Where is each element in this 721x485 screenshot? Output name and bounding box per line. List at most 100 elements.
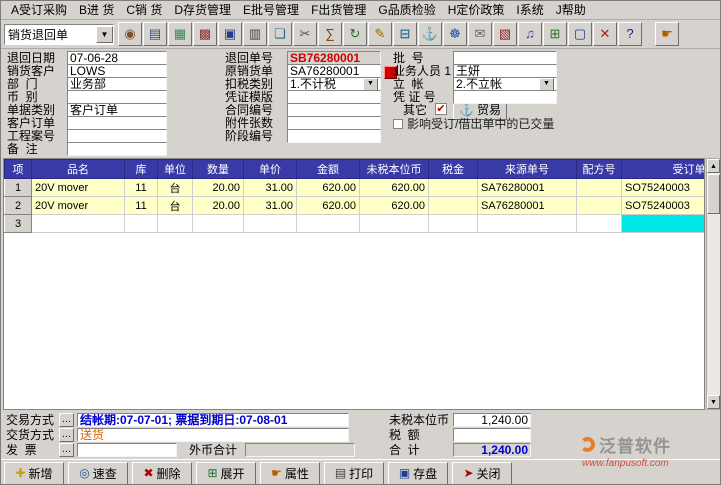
cards-icon[interactable]: ▦ bbox=[168, 22, 192, 46]
close-button[interactable]: ➤关闭 bbox=[452, 462, 512, 485]
grid-cell[interactable]: 11 bbox=[125, 179, 158, 197]
trade-mode-more-button[interactable]: … bbox=[59, 413, 74, 427]
salesperson-field[interactable]: 王妍 bbox=[453, 64, 557, 78]
copy-icon[interactable]: ⊞ bbox=[543, 22, 567, 46]
grid-cell[interactable]: 20V mover bbox=[32, 179, 125, 197]
grid-cell[interactable] bbox=[622, 215, 706, 233]
quick-search-button[interactable]: ◎速查 bbox=[68, 462, 128, 485]
find-doc-icon[interactable]: ◉ bbox=[118, 22, 142, 46]
grid-cell[interactable]: 20.00 bbox=[193, 179, 244, 197]
cut-icon[interactable]: ✂ bbox=[293, 22, 317, 46]
table-icon[interactable]: ▩ bbox=[193, 22, 217, 46]
trade-mode-field[interactable]: 结帐期:07-07-01; 票据到期日:07-08-01 bbox=[77, 413, 349, 427]
speaker-icon[interactable]: ♫ bbox=[518, 22, 542, 46]
grid-header-11[interactable]: 受订单号 bbox=[622, 160, 706, 179]
grid-cell[interactable]: 20.00 bbox=[193, 197, 244, 215]
customer-order-field[interactable] bbox=[67, 116, 167, 130]
grid-header-4[interactable]: 数量 bbox=[193, 160, 244, 179]
department-field[interactable]: 业务部 bbox=[67, 77, 167, 91]
print-icon[interactable]: ▥ bbox=[243, 22, 267, 46]
grid-cell[interactable] bbox=[577, 179, 622, 197]
grid-cell[interactable] bbox=[360, 215, 429, 233]
return-date-field[interactable]: 07-06-28 bbox=[67, 51, 167, 65]
other-checkbox[interactable]: ✔ bbox=[435, 103, 447, 115]
grid-cell[interactable] bbox=[429, 197, 478, 215]
grid-cell[interactable]: SA76280001 bbox=[478, 179, 577, 197]
return-no-field[interactable]: SB76280001 bbox=[287, 51, 381, 65]
grid-cell[interactable] bbox=[429, 179, 478, 197]
grid-cell[interactable]: 台 bbox=[158, 197, 193, 215]
grid-cell[interactable]: SO75240003 bbox=[622, 179, 706, 197]
scrollbar-thumb[interactable] bbox=[707, 174, 720, 214]
grid-cell[interactable]: SA76280001 bbox=[478, 197, 577, 215]
new-button[interactable]: ✚新增 bbox=[4, 462, 64, 485]
expand-button[interactable]: ⊞展开 bbox=[196, 462, 256, 485]
delivery-more-button[interactable]: … bbox=[59, 428, 74, 442]
pencil-icon[interactable]: ✎ bbox=[368, 22, 392, 46]
mail-icon[interactable]: ✉ bbox=[468, 22, 492, 46]
customer-field[interactable]: LOWS bbox=[67, 64, 167, 78]
print-button[interactable]: ▤打印 bbox=[324, 462, 384, 485]
grid-cell[interactable] bbox=[577, 215, 622, 233]
currency-field[interactable] bbox=[67, 90, 167, 104]
menu-item-3[interactable]: D存货管理 bbox=[168, 1, 237, 20]
grid-cell[interactable] bbox=[429, 215, 478, 233]
save-icon[interactable]: ▣ bbox=[218, 22, 242, 46]
grid-cell[interactable] bbox=[577, 197, 622, 215]
grid-cell[interactable] bbox=[158, 215, 193, 233]
grid-cell[interactable]: SO75240003 bbox=[622, 197, 706, 215]
grid-cell[interactable] bbox=[244, 215, 297, 233]
row-header-cell[interactable]: 2 bbox=[5, 197, 32, 215]
grid-cell[interactable] bbox=[32, 215, 125, 233]
grid-cell[interactable] bbox=[125, 215, 158, 233]
save-button[interactable]: ▣存盘 bbox=[388, 462, 448, 485]
delete-button[interactable]: ✖删除 bbox=[132, 462, 192, 485]
grid-cell[interactable]: 台 bbox=[158, 179, 193, 197]
grid-header-1[interactable]: 品名 bbox=[32, 160, 125, 179]
grid-header-7[interactable]: 未税本位币 bbox=[360, 160, 429, 179]
grid-vertical-scrollbar[interactable]: ▲ ▼ bbox=[706, 158, 721, 410]
attachment-count-field[interactable] bbox=[287, 116, 381, 130]
menu-item-1[interactable]: B进 货 bbox=[73, 1, 120, 20]
chart-icon[interactable]: ▧ bbox=[493, 22, 517, 46]
menu-item-4[interactable]: E批号管理 bbox=[237, 1, 305, 20]
menu-item-7[interactable]: H定价政策 bbox=[442, 1, 511, 20]
tax-category-field[interactable]: 1.不计税▼ bbox=[287, 77, 381, 91]
menu-item-5[interactable]: F出货管理 bbox=[305, 1, 372, 20]
properties-button[interactable]: ☛属性 bbox=[260, 462, 320, 485]
grid-cell[interactable] bbox=[297, 215, 360, 233]
grid-cell[interactable] bbox=[193, 215, 244, 233]
scroll-up-icon[interactable]: ▲ bbox=[707, 159, 720, 173]
delivery-mode-field[interactable]: 送货 bbox=[77, 428, 349, 442]
menu-item-6[interactable]: G品质检验 bbox=[372, 1, 441, 20]
row-header-cell[interactable]: 1 bbox=[5, 179, 32, 197]
grid-cell[interactable]: 620.00 bbox=[360, 197, 429, 215]
grid-cell[interactable]: 20V mover bbox=[32, 197, 125, 215]
menu-item-8[interactable]: I系统 bbox=[510, 1, 549, 20]
account-mode-field[interactable]: 2.不立帐▼ bbox=[453, 77, 557, 91]
grid-header-6[interactable]: 金额 bbox=[297, 160, 360, 179]
grid-cell[interactable]: 620.00 bbox=[297, 197, 360, 215]
menu-item-0[interactable]: A受订采购 bbox=[5, 1, 73, 20]
anchor-icon[interactable]: ⚓ bbox=[418, 22, 442, 46]
contract-no-field[interactable] bbox=[287, 103, 381, 117]
grid-cell[interactable]: 11 bbox=[125, 197, 158, 215]
scroll-down-icon[interactable]: ▼ bbox=[707, 395, 720, 409]
grid-header-5[interactable]: 单价 bbox=[244, 160, 297, 179]
grid-header-10[interactable]: 配方号 bbox=[577, 160, 622, 179]
orig-sales-no-field[interactable]: SA76280001 bbox=[287, 64, 381, 78]
grid-cell[interactable] bbox=[478, 215, 577, 233]
row-header-cell[interactable]: 3 bbox=[5, 215, 32, 233]
batch-no-field[interactable] bbox=[453, 51, 557, 65]
phase-no-field[interactable] bbox=[287, 129, 381, 143]
voucher-template-field[interactable] bbox=[287, 90, 381, 104]
grid-cell[interactable]: 31.00 bbox=[244, 197, 297, 215]
close-icon[interactable]: ✕ bbox=[593, 22, 617, 46]
remark-field[interactable] bbox=[67, 142, 167, 156]
affect-checkbox[interactable] bbox=[393, 119, 403, 129]
grid-cell[interactable]: 31.00 bbox=[244, 179, 297, 197]
notebook-icon[interactable]: ▤ bbox=[143, 22, 167, 46]
tax-amount-field[interactable] bbox=[453, 428, 531, 442]
grid-header-8[interactable]: 税金 bbox=[429, 160, 478, 179]
preview-icon[interactable]: ❏ bbox=[268, 22, 292, 46]
